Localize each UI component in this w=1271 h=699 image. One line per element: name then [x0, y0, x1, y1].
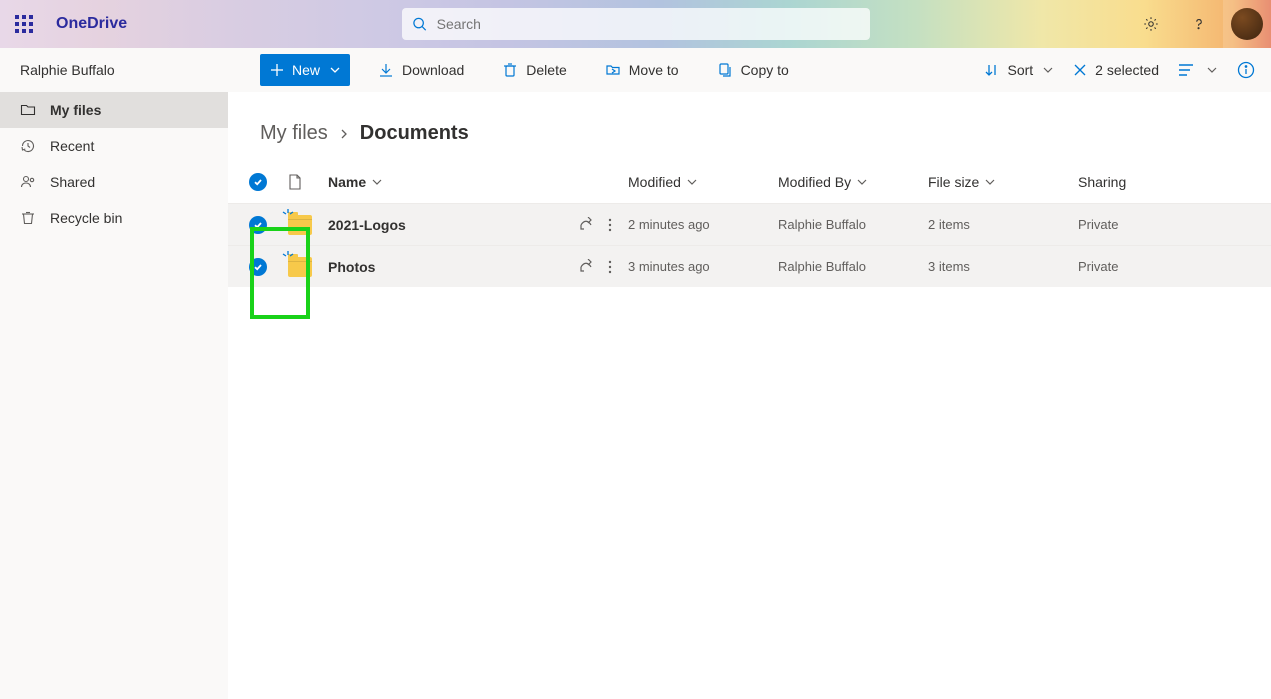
- column-name[interactable]: Name: [328, 174, 628, 190]
- chevron-down-icon: [1043, 65, 1053, 75]
- item-name[interactable]: 2021-Logos: [328, 217, 406, 233]
- download-icon: [378, 62, 394, 78]
- app-bar: OneDrive: [0, 0, 1271, 48]
- delete-icon: [502, 62, 518, 78]
- command-bar: Ralphie Buffalo New Download Delete Move…: [0, 48, 1271, 92]
- copy-to-icon: [717, 62, 733, 78]
- search-box[interactable]: [402, 8, 870, 40]
- select-all-toggle[interactable]: [249, 173, 267, 191]
- chevron-right-icon: [338, 128, 350, 140]
- chevron-down-icon: [1207, 65, 1217, 75]
- download-button[interactable]: Download: [368, 54, 474, 86]
- recycle-bin-icon: [20, 210, 36, 226]
- move-to-button[interactable]: Move to: [595, 54, 689, 86]
- breadcrumb-current: Documents: [360, 122, 469, 145]
- help-icon: [1190, 15, 1208, 33]
- help-button[interactable]: [1175, 0, 1223, 48]
- details-pane-button[interactable]: [1237, 61, 1255, 79]
- item-modified: 3 minutes ago: [628, 259, 778, 274]
- row-select-toggle[interactable]: [249, 258, 267, 276]
- item-sharing: Private: [1078, 259, 1255, 274]
- column-modified-by[interactable]: Modified By: [778, 174, 928, 190]
- new-button-label: New: [292, 62, 320, 78]
- folder-icon: [288, 215, 312, 235]
- sidebar-item-label: Shared: [50, 174, 95, 190]
- history-icon: [20, 138, 36, 154]
- search-icon: [412, 16, 427, 32]
- account-button[interactable]: [1223, 0, 1271, 48]
- search-input[interactable]: [437, 16, 860, 32]
- selected-count-label: 2 selected: [1095, 62, 1159, 78]
- breadcrumb-parent[interactable]: My files: [260, 122, 328, 145]
- sidebar-item-label: Recycle bin: [50, 210, 122, 226]
- more-actions-icon[interactable]: [608, 217, 612, 233]
- gear-icon: [1142, 15, 1160, 33]
- file-table: Name Modified Modified By File size Shar…: [228, 161, 1271, 287]
- share-icon[interactable]: [578, 217, 594, 233]
- column-type[interactable]: [288, 174, 328, 190]
- main-content: My files Documents Name Modif: [228, 92, 1271, 699]
- table-row[interactable]: 2021-Logos 2 minutes ago Ralphie Buffalo…: [228, 203, 1271, 245]
- shortcut-spark-icon: [282, 251, 294, 263]
- sidebar-item-label: My files: [50, 102, 101, 118]
- copy-to-button[interactable]: Copy to: [707, 54, 799, 86]
- sidebar: My files Recent Shared Recycle bin: [0, 92, 228, 699]
- share-icon[interactable]: [578, 259, 594, 275]
- delete-button[interactable]: Delete: [492, 54, 576, 86]
- sidebar-item-recycle-bin[interactable]: Recycle bin: [0, 200, 228, 236]
- table-header: Name Modified Modified By File size Shar…: [228, 161, 1271, 203]
- chevron-down-icon: [330, 65, 340, 75]
- item-sharing: Private: [1078, 217, 1255, 232]
- sort-button[interactable]: Sort: [985, 62, 1053, 78]
- sort-label: Sort: [1007, 62, 1033, 78]
- table-row[interactable]: Photos 3 minutes ago Ralphie Buffalo 3 i…: [228, 245, 1271, 287]
- chevron-down-icon: [687, 177, 697, 187]
- copy-to-label: Copy to: [741, 62, 789, 78]
- move-to-icon: [605, 62, 621, 78]
- app-launcher-button[interactable]: [0, 0, 48, 48]
- download-label: Download: [402, 62, 464, 78]
- folder-outline-icon: [20, 102, 36, 118]
- chevron-down-icon: [985, 177, 995, 187]
- row-select-toggle[interactable]: [249, 216, 267, 234]
- waffle-icon: [15, 15, 33, 33]
- plus-icon: [270, 63, 284, 77]
- brand-label[interactable]: OneDrive: [56, 15, 127, 33]
- folder-icon: [288, 257, 312, 277]
- info-icon: [1237, 61, 1255, 79]
- item-modified: 2 minutes ago: [628, 217, 778, 232]
- item-file-size: 3 items: [928, 259, 1078, 274]
- move-to-label: Move to: [629, 62, 679, 78]
- settings-button[interactable]: [1127, 0, 1175, 48]
- breadcrumb: My files Documents: [228, 92, 1271, 161]
- delete-label: Delete: [526, 62, 566, 78]
- item-file-size: 2 items: [928, 217, 1078, 232]
- avatar: [1231, 8, 1263, 40]
- sidebar-item-shared[interactable]: Shared: [0, 164, 228, 200]
- column-sharing[interactable]: Sharing: [1078, 174, 1255, 190]
- more-actions-icon[interactable]: [608, 259, 612, 275]
- view-list-icon: [1179, 63, 1197, 77]
- item-modified-by: Ralphie Buffalo: [778, 259, 928, 274]
- column-file-size[interactable]: File size: [928, 174, 1078, 190]
- file-type-icon: [288, 174, 302, 190]
- sort-icon: [985, 63, 999, 77]
- tenant-user-label: Ralphie Buffalo: [0, 62, 228, 78]
- chevron-down-icon: [857, 177, 867, 187]
- view-options-button[interactable]: [1179, 63, 1217, 77]
- sidebar-item-my-files[interactable]: My files: [0, 92, 228, 128]
- person-share-icon: [20, 174, 36, 190]
- chevron-down-icon: [372, 177, 382, 187]
- item-name[interactable]: Photos: [328, 259, 375, 275]
- item-modified-by: Ralphie Buffalo: [778, 217, 928, 232]
- clear-selection-button[interactable]: 2 selected: [1073, 62, 1159, 78]
- column-modified[interactable]: Modified: [628, 174, 778, 190]
- sidebar-item-recent[interactable]: Recent: [0, 128, 228, 164]
- sidebar-item-label: Recent: [50, 138, 94, 154]
- shortcut-spark-icon: [282, 209, 294, 221]
- close-icon: [1073, 63, 1087, 77]
- new-button[interactable]: New: [260, 54, 350, 86]
